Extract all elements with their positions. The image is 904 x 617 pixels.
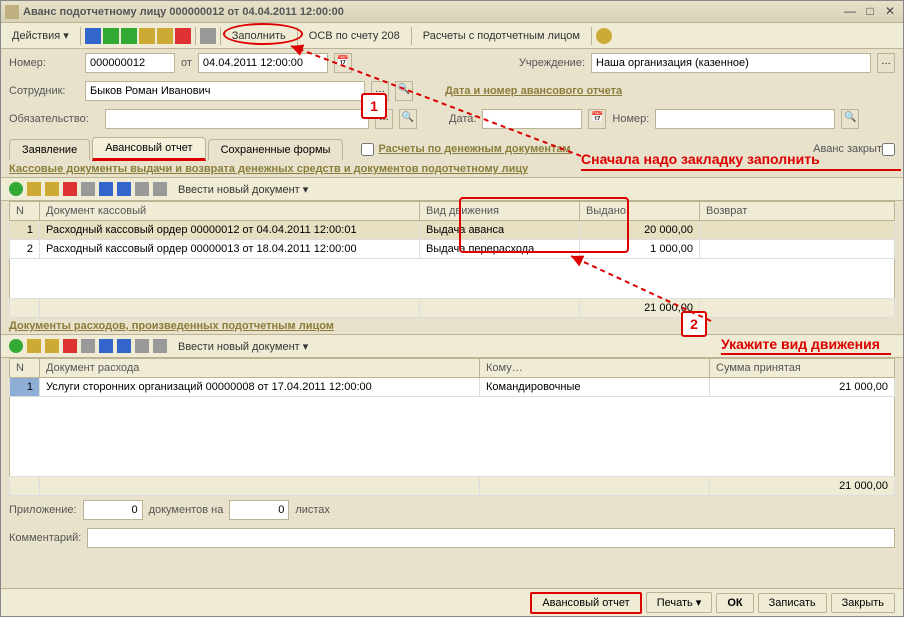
col2-doc: Документ расхода — [40, 359, 480, 378]
new-doc2-menu[interactable]: Ввести новый документ ▾ — [171, 337, 315, 356]
delete-row-icon[interactable] — [63, 182, 77, 196]
report-icon[interactable] — [200, 28, 216, 44]
total-sum: 21 000,00 — [710, 477, 895, 496]
org-select-icon[interactable]: … — [877, 53, 895, 73]
sheets-count[interactable] — [229, 500, 289, 520]
employee-search-icon[interactable]: 🔍 — [395, 81, 413, 101]
print-button[interactable]: Печать ▾ — [646, 592, 713, 613]
expense-table: N Документ расхода Кому… Сумма принятая … — [9, 358, 895, 397]
up-icon[interactable] — [99, 182, 113, 196]
cash-docs-checkbox[interactable] — [361, 143, 374, 156]
window-title: Аванс подотчетному лицу 000000012 от 04.… — [23, 6, 841, 18]
osv-button[interactable]: ОСВ по счету 208 — [302, 27, 407, 45]
advance-report-button[interactable]: Авансовый отчет — [530, 592, 641, 614]
attach-count[interactable] — [83, 500, 143, 520]
save-icon[interactable] — [85, 28, 101, 44]
save-button[interactable]: Записать — [758, 593, 827, 613]
col-doc: Документ кассовый — [40, 202, 420, 221]
date-field[interactable] — [198, 53, 328, 73]
add-row-icon[interactable] — [9, 182, 23, 196]
comment-label: Комментарий: — [9, 532, 81, 544]
tree-icon[interactable] — [157, 28, 173, 44]
calc-button[interactable]: Расчеты с подотчетным лицом — [416, 27, 587, 45]
docs-on-label: документов на — [149, 504, 224, 516]
tab-advance-report[interactable]: Авансовый отчет — [92, 137, 205, 161]
new-doc-menu[interactable]: Ввести новый документ ▾ — [171, 180, 315, 199]
down-icon[interactable] — [117, 182, 131, 196]
sort-asc2-icon[interactable] — [135, 339, 149, 353]
sort-asc-icon[interactable] — [135, 182, 149, 196]
fill-button[interactable]: Заполнить — [225, 27, 293, 45]
col-returned: Возврат — [700, 202, 895, 221]
close-button[interactable]: ✕ — [881, 4, 899, 20]
employee-select-icon[interactable]: … — [371, 81, 389, 101]
org-field[interactable] — [591, 53, 871, 73]
table-row[interactable]: 2 Расходный кассовый ордер 00000013 от 1… — [10, 240, 895, 259]
obligation-field[interactable] — [105, 109, 369, 129]
help-icon[interactable] — [596, 28, 612, 44]
num2-field[interactable] — [655, 109, 835, 129]
ok-button[interactable]: ОК — [716, 593, 753, 613]
table-row[interactable]: 1 Услуги сторонних организаций 00000008 … — [10, 378, 895, 397]
col-issued: Выдано — [580, 202, 700, 221]
date-picker-icon[interactable]: 📅 — [334, 53, 352, 73]
up2-icon[interactable] — [99, 339, 113, 353]
issue-table: N Документ кассовый Вид движения Выдано … — [9, 201, 895, 259]
attach-label: Приложение: — [9, 504, 77, 516]
edit-row2-icon[interactable] — [45, 339, 59, 353]
section1-title: Кассовые документы выдачи и возврата ден… — [1, 161, 903, 177]
date2-picker-icon[interactable]: 📅 — [588, 109, 606, 129]
cash-docs-label: Расчеты по денежным документам — [374, 143, 574, 155]
org-label: Учреждение: — [519, 57, 585, 69]
number-label: Номер: — [9, 57, 79, 69]
closed-checkbox[interactable] — [882, 143, 895, 156]
employee-field[interactable] — [85, 81, 365, 101]
closed-label: Аванс закрыт — [813, 143, 882, 155]
edit-row-icon[interactable] — [45, 182, 59, 196]
app-icon — [5, 5, 19, 19]
from-label: от — [181, 57, 192, 69]
table-row[interactable]: 1 Расходный кассовый ордер 00000012 от 0… — [10, 221, 895, 240]
actions-menu[interactable]: Действия ▾ — [5, 26, 76, 45]
copy-row-icon[interactable] — [27, 182, 41, 196]
minimize-button[interactable]: — — [841, 4, 859, 20]
obligation-label: Обязательство: — [9, 113, 99, 125]
close-form-button[interactable]: Закрыть — [831, 593, 895, 613]
col2-n: N — [10, 359, 40, 378]
maximize-button[interactable]: □ — [861, 4, 879, 20]
col2-whom: Кому… — [480, 359, 710, 378]
add-row2-icon[interactable] — [9, 339, 23, 353]
num2-label: Номер: — [612, 113, 649, 125]
comment-field[interactable] — [87, 528, 895, 548]
refresh-icon[interactable] — [103, 28, 119, 44]
sort-desc-icon[interactable] — [153, 182, 167, 196]
props2-icon[interactable] — [81, 339, 95, 353]
sort-desc2-icon[interactable] — [153, 339, 167, 353]
section2-title: Документы расходов, произведенных подотч… — [1, 318, 903, 334]
col2-sum: Сумма принятая — [710, 359, 895, 378]
link-icon[interactable] — [121, 28, 137, 44]
copy-row2-icon[interactable] — [27, 339, 41, 353]
num2-search-icon[interactable]: 🔍 — [841, 109, 859, 129]
col-type: Вид движения — [420, 202, 580, 221]
tab-application[interactable]: Заявление — [9, 139, 90, 160]
date2-field[interactable] — [482, 109, 582, 129]
employee-label: Сотрудник: — [9, 85, 79, 97]
tab-saved-forms[interactable]: Сохраненные формы — [208, 139, 344, 160]
down2-icon[interactable] — [117, 339, 131, 353]
doc-icon[interactable] — [139, 28, 155, 44]
col-n: N — [10, 202, 40, 221]
total-issued: 21 000,00 — [580, 299, 700, 318]
del-icon[interactable] — [175, 28, 191, 44]
number-field[interactable] — [85, 53, 175, 73]
date2-label: Дата: — [449, 113, 476, 125]
props-icon[interactable] — [81, 182, 95, 196]
delete-row2-icon[interactable] — [63, 339, 77, 353]
sheets-label: листах — [295, 504, 330, 516]
obligation-select-icon[interactable]: … — [375, 109, 393, 129]
report-header: Дата и номер авансового отчета — [445, 85, 622, 97]
obligation-search-icon[interactable]: 🔍 — [399, 109, 417, 129]
